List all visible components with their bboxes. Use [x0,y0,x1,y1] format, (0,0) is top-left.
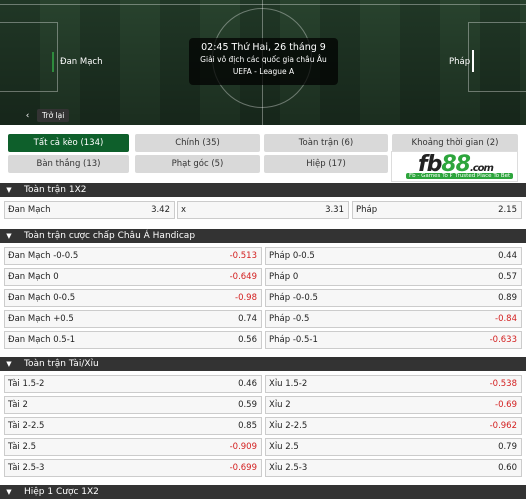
odds-label: Tài 2.5 [8,442,36,452]
pitch-line [0,4,526,5]
match-league: Giải vô địch các quốc gia châu Âu UEFA -… [200,55,327,76]
back-nav[interactable]: ‹ Trở lại [22,109,70,122]
triangle-down-icon[interactable]: ▼ [0,485,18,499]
odds-label: Tài 2-2.5 [8,421,45,431]
odds-cell-right[interactable]: Pháp -0.5 -0.84 [265,310,522,328]
odds-cell-left[interactable]: Đan Mạch +0.5 0.74 [4,310,262,328]
odds-label: Đan Mạch 0-0.5 [8,293,76,303]
odds-value: -0.633 [489,335,517,345]
odds-cell-right[interactable]: Xỉu 2 -0.69 [265,396,522,414]
odds-label: Đan Mạch 0.5-1 [8,335,76,345]
odds-label: Đan Mạch 0 [8,272,59,282]
odds-cell-away[interactable]: Pháp 2.15 [352,201,522,219]
odds-value: -0.513 [229,251,257,261]
odds-cell-left[interactable]: Đan Mạch 0 -0.649 [4,268,262,286]
odds-label: Pháp -0-0.5 [269,293,318,303]
tab-full-time[interactable]: Toàn trận (6) [264,134,388,152]
triangle-down-icon[interactable]: ▼ [0,229,18,243]
odds-value: 0.56 [238,335,257,345]
odds-value: -0.649 [229,272,257,282]
tab-half[interactable]: Hiệp (17) [264,155,388,173]
tab-main[interactable]: Chính (35) [135,134,260,152]
tab-time-period[interactable]: Khoảng thời gian (2) [392,134,518,152]
home-team-marker [52,52,54,72]
section-header-over-under[interactable]: ▼ Toàn trận Tài/Xỉu [0,357,526,371]
tab-goals[interactable]: Bàn thắng (13) [8,155,129,173]
odds-label: Pháp -0.5 [269,314,310,324]
odds-value: 0.79 [498,442,517,452]
odds-label: Xỉu 1.5-2 [269,379,308,389]
tab-all-markets[interactable]: Tất cả kèo (134) [8,134,129,152]
chevron-left-icon[interactable]: ‹ [22,109,33,122]
odds-cell-right[interactable]: Xỉu 2.5 0.79 [265,438,522,456]
odds-value: 0.46 [238,379,257,389]
odds-cell-draw[interactable]: x 3.31 [177,201,349,219]
triangle-down-icon[interactable]: ▼ [0,357,18,371]
pitch-box-right [468,22,526,92]
odds-cell-left[interactable]: Đan Mạch 0-0.5 -0.98 [4,289,262,307]
odds-cell-left[interactable]: Tài 2-2.5 0.85 [4,417,262,435]
odds-label: Xỉu 2.5-3 [269,463,308,473]
odds-cell-right[interactable]: Pháp 0 0.57 [265,268,522,286]
odds-value: -0.98 [235,293,257,303]
odds-cell-left[interactable]: Tài 1.5-2 0.46 [4,375,262,393]
match-time: 02:45 Thứ Hai, 26 tháng 9 [201,42,326,53]
odds-value: 0.74 [238,314,257,324]
odds-cell-right[interactable]: Xỉu 2.5-3 0.60 [265,459,522,477]
odds-label: Pháp 0-0.5 [269,251,315,261]
odds-cell-home[interactable]: Đan Mạch 3.42 [4,201,175,219]
section-header-half-1x2[interactable]: ▼ Hiệp 1 Cược 1X2 [0,485,526,499]
odds-value: -0.962 [489,421,517,431]
odds-value: -0.699 [229,463,257,473]
triangle-down-icon[interactable]: ▼ [0,183,18,197]
odds-cell-left[interactable]: Tài 2.5 -0.909 [4,438,262,456]
section-header-handicap[interactable]: ▼ Toàn trận cược chấp Châu Á Handicap [0,229,526,243]
odds-value: -0.69 [495,400,517,410]
odds-cell-left[interactable]: Đan Mạch -0-0.5 -0.513 [4,247,262,265]
odds-label: Pháp 0 [269,272,299,282]
odds-cell-left[interactable]: Tài 2 0.59 [4,396,262,414]
odds-cell-right[interactable]: Pháp 0-0.5 0.44 [265,247,522,265]
odds-value: -0.538 [489,379,517,389]
odds-value: -0.84 [495,314,517,324]
fb88-ad-banner[interactable]: fb88.com Fb - Games To Play Trusted Plac… [391,151,518,182]
away-team-marker [472,50,474,72]
odds-cell-right[interactable]: Xỉu 2-2.5 -0.962 [265,417,522,435]
home-team-name: Đan Mạch [60,57,103,67]
odds-value: 0.60 [498,463,517,473]
odds-label: Xỉu 2-2.5 [269,421,308,431]
odds-label: Pháp -0.5-1 [269,335,318,345]
odds-value: 0.59 [238,400,257,410]
odds-cell-right[interactable]: Pháp -0-0.5 0.89 [265,289,522,307]
odds-label: Đan Mạch +0.5 [8,314,74,324]
odds-label: Tài 2.5-3 [8,463,45,473]
odds-label: Xỉu 2.5 [269,442,299,452]
section-header-1x2[interactable]: ▼ Toàn trận 1X2 [0,183,526,197]
odds-label: Xỉu 2 [269,400,291,410]
odds-cell-right[interactable]: Pháp -0.5-1 -0.633 [265,331,522,349]
match-header: Đan Mạch Pháp 02:45 Thứ Hai, 26 tháng 9 … [0,0,526,125]
odds-label: Đan Mạch -0-0.5 [8,251,79,261]
odds-label: Tài 2 [8,400,28,410]
odds-value: 0.89 [498,293,517,303]
odds-value: -0.909 [229,442,257,452]
odds-value: 0.85 [238,421,257,431]
odds-cell-left[interactable]: Tài 2.5-3 -0.699 [4,459,262,477]
pitch-box-left [0,22,58,92]
odds-cell-right[interactable]: Xỉu 1.5-2 -0.538 [265,375,522,393]
odds-label: Tài 1.5-2 [8,379,45,389]
tab-corners[interactable]: Phạt góc (5) [135,155,260,173]
away-team-name: Pháp [449,57,471,67]
odds-value: 0.44 [498,251,517,261]
back-button[interactable]: Trở lại [37,109,70,122]
match-info-box: 02:45 Thứ Hai, 26 tháng 9 Giải vô địch c… [189,38,338,85]
ad-tag-trusted: Trusted Place To Bet [452,173,514,179]
odds-value: 0.57 [498,272,517,282]
odds-cell-left[interactable]: Đan Mạch 0.5-1 0.56 [4,331,262,349]
